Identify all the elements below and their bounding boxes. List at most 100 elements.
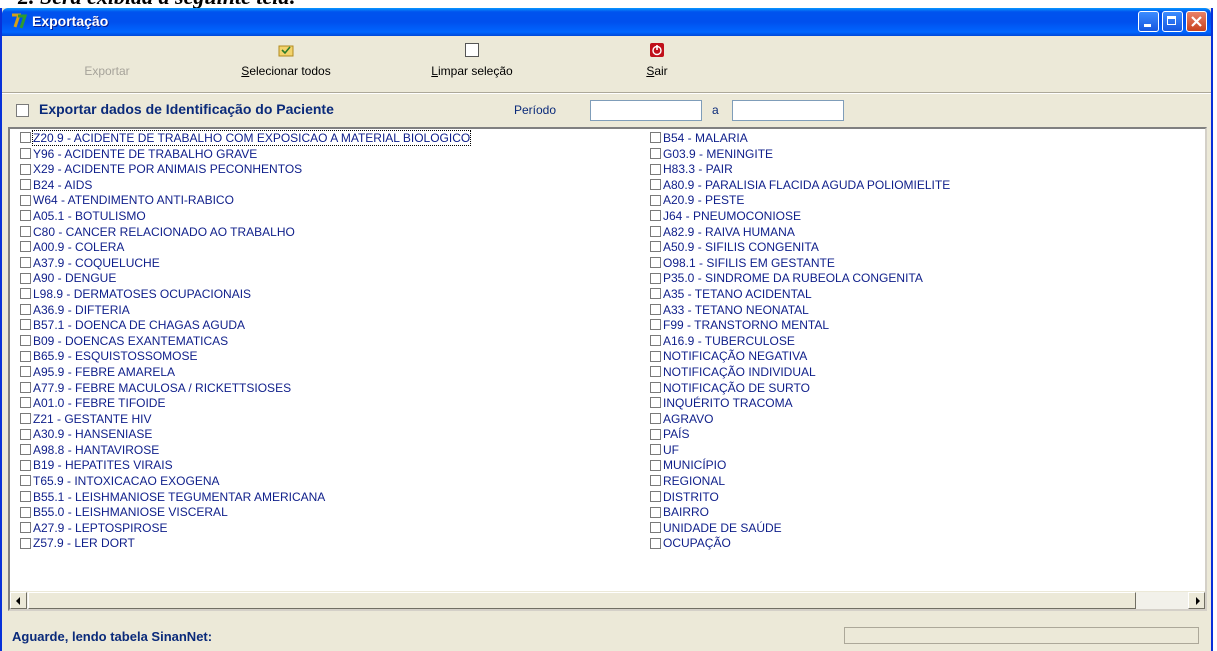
- checklist-item[interactable]: A80.9 - PARALISIA FLACIDA AGUDA POLIOMIE…: [650, 178, 950, 194]
- checklist-item[interactable]: A35 - TETANO ACIDENTAL: [650, 287, 950, 303]
- checklist-item[interactable]: P35.0 - SINDROME DA RUBEOLA CONGENITA: [650, 271, 950, 287]
- scrollbar-thumb[interactable]: [28, 592, 1136, 609]
- item-checkbox[interactable]: [20, 303, 31, 315]
- item-checkbox[interactable]: [20, 210, 31, 222]
- checklist-item[interactable]: BAIRRO: [650, 505, 950, 521]
- item-checkbox[interactable]: [20, 506, 31, 518]
- title-bar[interactable]: Exportação: [2, 8, 1211, 36]
- item-checkbox[interactable]: [650, 147, 661, 159]
- checklist-item[interactable]: UF: [650, 443, 950, 459]
- item-checkbox[interactable]: [650, 335, 661, 347]
- item-checkbox[interactable]: [650, 210, 661, 222]
- checklist-item[interactable]: A33 - TETANO NEONATAL: [650, 303, 950, 319]
- item-checkbox[interactable]: [650, 319, 661, 331]
- item-checkbox[interactable]: [20, 444, 31, 456]
- item-checkbox[interactable]: [20, 413, 31, 425]
- checklist-item[interactable]: O98.1 - SIFILIS EM GESTANTE: [650, 256, 950, 272]
- item-checkbox[interactable]: [20, 537, 31, 549]
- item-checkbox[interactable]: [20, 163, 31, 175]
- checklist-item[interactable]: PAÍS: [650, 427, 950, 443]
- checklist-item[interactable]: A20.9 - PESTE: [650, 193, 950, 209]
- checklist-item[interactable]: NOTIFICAÇÃO INDIVIDUAL: [650, 365, 950, 381]
- item-checkbox[interactable]: [650, 428, 661, 440]
- checklist-item[interactable]: F99 - TRANSTORNO MENTAL: [650, 318, 950, 334]
- checklist-item[interactable]: A90 - DENGUE: [20, 271, 470, 287]
- minimize-button[interactable]: [1138, 11, 1159, 32]
- exit-button[interactable]: Sair: [632, 42, 682, 78]
- item-checkbox[interactable]: [650, 194, 661, 206]
- item-checkbox[interactable]: [20, 179, 31, 191]
- item-checkbox[interactable]: [20, 522, 31, 534]
- item-checkbox[interactable]: [650, 163, 661, 175]
- item-checkbox[interactable]: [20, 335, 31, 347]
- checklist-item[interactable]: NOTIFICAÇÃO DE SURTO: [650, 381, 950, 397]
- close-button[interactable]: [1186, 11, 1207, 32]
- item-checkbox[interactable]: [650, 506, 661, 518]
- checklist-item[interactable]: A00.9 - COLERA: [20, 240, 470, 256]
- item-checkbox[interactable]: [650, 522, 661, 534]
- item-checkbox[interactable]: [650, 413, 661, 425]
- checklist-item[interactable]: L98.9 - DERMATOSES OCUPACIONAIS: [20, 287, 470, 303]
- item-checkbox[interactable]: [20, 475, 31, 487]
- item-checkbox[interactable]: [650, 490, 661, 502]
- clear-selection-button[interactable]: Limpar seleção: [407, 42, 537, 78]
- item-checkbox[interactable]: [20, 272, 31, 284]
- scroll-left-icon[interactable]: [10, 592, 27, 609]
- checklist-item[interactable]: X29 - ACIDENTE POR ANIMAIS PECONHENTOS: [20, 162, 470, 178]
- checklist-item[interactable]: B57.1 - DOENCA DE CHAGAS AGUDA: [20, 318, 470, 334]
- checklist-item[interactable]: INQUÉRITO TRACOMA: [650, 396, 950, 412]
- item-checkbox[interactable]: [20, 366, 31, 378]
- checklist-item[interactable]: NOTIFICAÇÃO NEGATIVA: [650, 349, 950, 365]
- checklist-item[interactable]: W64 - ATENDIMENTO ANTI-RABICO: [20, 193, 470, 209]
- item-checkbox[interactable]: [20, 319, 31, 331]
- item-checkbox[interactable]: [650, 132, 661, 144]
- item-checkbox[interactable]: [650, 241, 661, 253]
- item-checkbox[interactable]: [20, 397, 31, 409]
- checklist-item[interactable]: Y96 - ACIDENTE DE TRABALHO GRAVE: [20, 147, 470, 163]
- checklist-item[interactable]: T65.9 - INTOXICACAO EXOGENA: [20, 474, 470, 490]
- checklist-item[interactable]: A77.9 - FEBRE MACULOSA / RICKETTSIOSES: [20, 381, 470, 397]
- checklist-item[interactable]: J64 - PNEUMOCONIOSE: [650, 209, 950, 225]
- item-checkbox[interactable]: [20, 132, 31, 144]
- item-checkbox[interactable]: [650, 537, 661, 549]
- checklist-item[interactable]: REGIONAL: [650, 474, 950, 490]
- item-checkbox[interactable]: [20, 381, 31, 393]
- checklist-item[interactable]: UNIDADE DE SAÚDE: [650, 521, 950, 537]
- item-checkbox[interactable]: [650, 444, 661, 456]
- checklist-item[interactable]: A82.9 - RAIVA HUMANA: [650, 225, 950, 241]
- checklist-item[interactable]: DISTRITO: [650, 490, 950, 506]
- item-checkbox[interactable]: [650, 459, 661, 471]
- export-button[interactable]: Exportar: [62, 42, 152, 78]
- checklist-item[interactable]: B19 - HEPATITES VIRAIS: [20, 458, 470, 474]
- checklist-item[interactable]: H83.3 - PAIR: [650, 162, 950, 178]
- checklist-item[interactable]: B09 - DOENCAS EXANTEMATICAS: [20, 334, 470, 350]
- select-all-button[interactable]: Selecionar todos: [220, 42, 352, 78]
- checklist-item[interactable]: MUNICÍPIO: [650, 458, 950, 474]
- checklist-item[interactable]: A37.9 - COQUELUCHE: [20, 256, 470, 272]
- checklist-item[interactable]: Z20.9 - ACIDENTE DE TRABALHO COM EXPOSIC…: [20, 130, 472, 147]
- checklist-item[interactable]: B55.1 - LEISHMANIOSE TEGUMENTAR AMERICAN…: [20, 490, 470, 506]
- checklist-item[interactable]: B24 - AIDS: [20, 178, 470, 194]
- checklist-item[interactable]: AGRAVO: [650, 412, 950, 428]
- maximize-button[interactable]: [1162, 11, 1183, 32]
- checklist-item[interactable]: Z21 - GESTANTE HIV: [20, 412, 470, 428]
- item-checkbox[interactable]: [20, 194, 31, 206]
- item-checkbox[interactable]: [650, 397, 661, 409]
- checklist-item[interactable]: A30.9 - HANSENIASE: [20, 427, 470, 443]
- checklist-item[interactable]: A27.9 - LEPTOSPIROSE: [20, 521, 470, 537]
- checklist-item[interactable]: Z57.9 - LER DORT: [20, 536, 470, 552]
- export-patient-label[interactable]: Exportar dados de Identificação do Pacie…: [39, 101, 334, 117]
- checklist-item[interactable]: A16.9 - TUBERCULOSE: [650, 334, 950, 350]
- item-checkbox[interactable]: [650, 257, 661, 269]
- item-checkbox[interactable]: [650, 272, 661, 284]
- item-checkbox[interactable]: [650, 381, 661, 393]
- notification-checklist[interactable]: Z20.9 - ACIDENTE DE TRABALHO COM EXPOSIC…: [8, 127, 1207, 611]
- item-checkbox[interactable]: [650, 225, 661, 237]
- period-start-field[interactable]: [590, 100, 702, 121]
- item-checkbox[interactable]: [650, 303, 661, 315]
- horizontal-scrollbar[interactable]: [10, 591, 1205, 609]
- checklist-item[interactable]: A50.9 - SIFILIS CONGENITA: [650, 240, 950, 256]
- item-checkbox[interactable]: [20, 459, 31, 471]
- checklist-item[interactable]: C80 - CANCER RELACIONADO AO TRABALHO: [20, 225, 470, 241]
- checklist-item[interactable]: B54 - MALARIA: [650, 131, 950, 147]
